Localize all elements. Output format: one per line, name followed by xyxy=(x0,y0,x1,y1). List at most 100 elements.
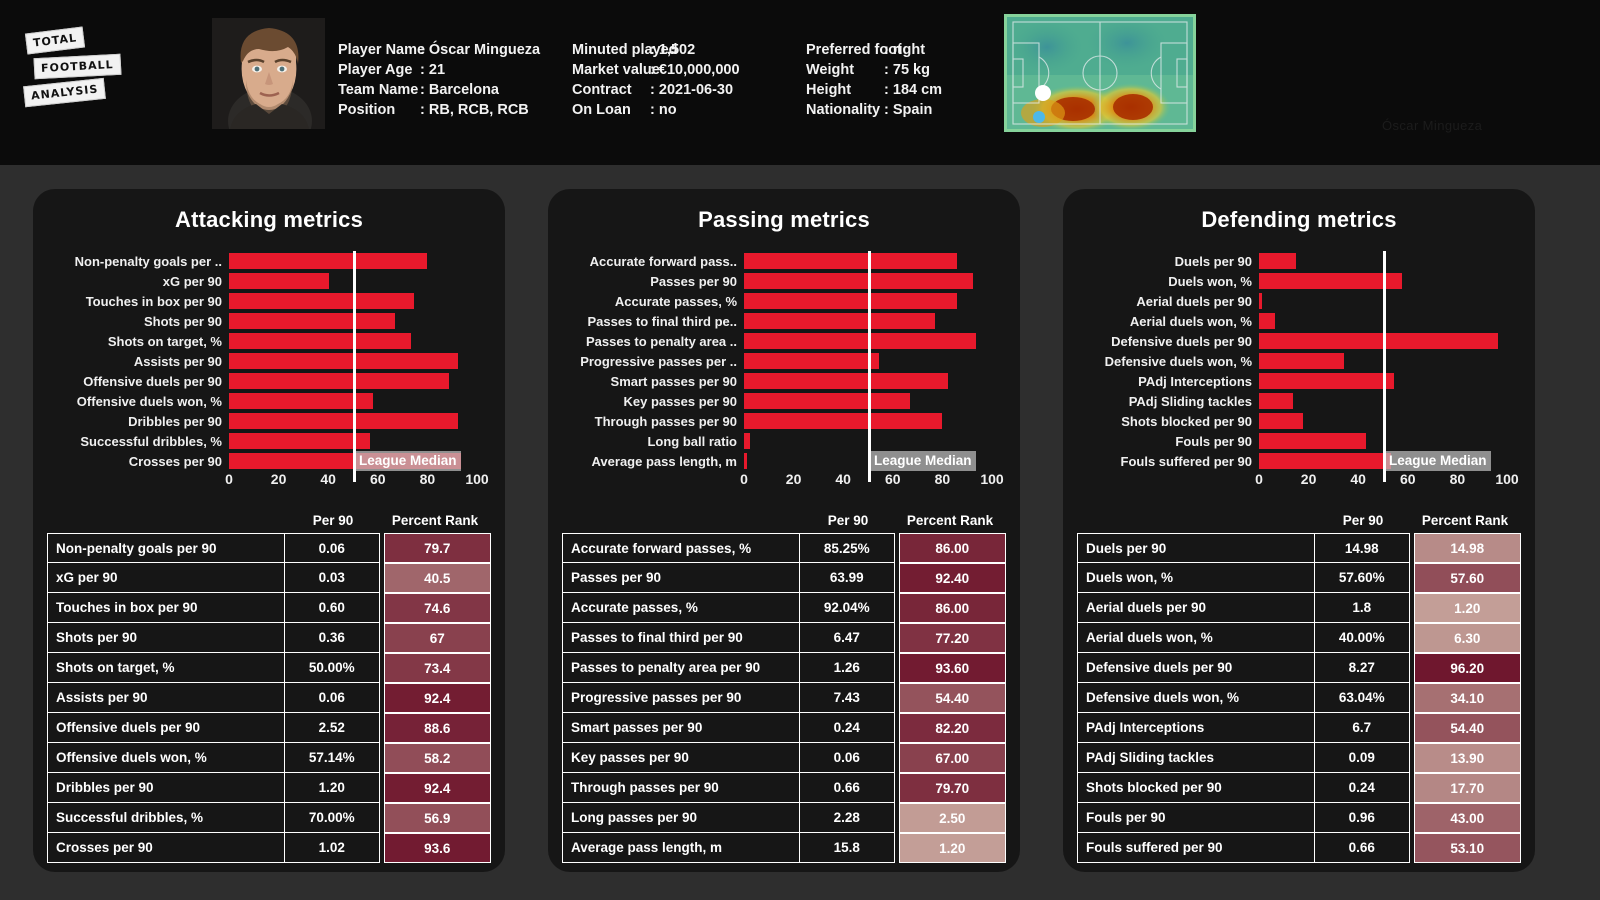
cell-metric-name: Fouls suffered per 90 xyxy=(1077,833,1314,863)
bar-fill xyxy=(744,413,942,429)
cell-metric-name: Aerial duels per 90 xyxy=(1077,593,1314,623)
cell-percent-rank-value: 92.4 xyxy=(383,683,491,713)
cell-metric-name: Offensive duels won, % xyxy=(47,743,284,773)
league-median-line xyxy=(868,251,871,482)
cell-per90-value: 0.06 xyxy=(798,743,895,773)
table-row: Touches in box per 90 0.60 74.6 xyxy=(47,593,491,623)
metrics-panels: Attacking metrics Non-penalty goals per … xyxy=(0,165,1600,900)
bar-fill xyxy=(744,393,911,409)
bar-row: xG per 90 xyxy=(33,271,505,291)
cell-per90-value: 0.06 xyxy=(283,533,380,563)
cell-percent-rank-value: 57.60 xyxy=(1413,563,1521,593)
cell-percent-rank-value: 1.20 xyxy=(898,833,1006,863)
x-axis-tick: 0 xyxy=(225,471,233,487)
cell-metric-name: Passes per 90 xyxy=(562,563,799,593)
bar-fill xyxy=(744,253,958,269)
cell-percent-rank-value: 13.90 xyxy=(1413,743,1521,773)
cell-per90-value: 14.98 xyxy=(1313,533,1410,563)
logo-word-analysis: ANALYSIS xyxy=(23,77,107,108)
table-row: Fouls per 90 0.96 43.00 xyxy=(1077,803,1521,833)
cell-metric-name: Shots on target, % xyxy=(47,653,284,683)
cell-per90-value: 1.20 xyxy=(283,773,380,803)
bar-row: Key passes per 90 xyxy=(548,391,1020,411)
table-row: PAdj Sliding tackles 0.09 13.90 xyxy=(1077,743,1521,773)
table-row: Crosses per 90 1.02 93.6 xyxy=(47,833,491,863)
table-row: Passes per 90 63.99 92.40 xyxy=(562,563,1006,593)
bar-label: Smart passes per 90 xyxy=(610,373,737,389)
player-watermark: Óscar Mingueza xyxy=(1382,118,1483,133)
cell-metric-name: xG per 90 xyxy=(47,563,284,593)
cell-percent-rank-value: 93.60 xyxy=(898,653,1006,683)
cell-per90-value: 85.25% xyxy=(798,533,895,563)
bar-label: Offensive duels per 90 xyxy=(83,373,222,389)
bar-row: Duels per 90 xyxy=(1063,251,1535,271)
bar-label: Accurate forward pass.. xyxy=(589,253,737,269)
x-axis-tick: 60 xyxy=(885,471,901,487)
cell-percent-rank-value: 43.00 xyxy=(1413,803,1521,833)
x-axis-tick: 100 xyxy=(1495,471,1519,487)
bar-row: Aerial duels won, % xyxy=(1063,311,1535,331)
info-row: Market value: €10,000,000 xyxy=(572,62,740,78)
cell-percent-rank-value: 67.00 xyxy=(898,743,1006,773)
bar-label: Shots on target, % xyxy=(107,333,222,349)
cell-per90-value: 6.47 xyxy=(798,623,895,653)
cell-per90-value: 57.14% xyxy=(283,743,380,773)
bar-label: Fouls per 90 xyxy=(1175,433,1252,449)
info-row: Preferred foot: right xyxy=(806,42,926,58)
cell-per90-value: 0.96 xyxy=(1313,803,1410,833)
info-row: Minuted played: 1,502 xyxy=(572,42,696,58)
column-header-percent-rank: Percent Rank xyxy=(906,512,994,528)
bar-fill xyxy=(229,253,427,269)
cell-metric-name: Non-penalty goals per 90 xyxy=(47,533,284,563)
cell-percent-rank-value: 86.00 xyxy=(898,533,1006,563)
dashboard-root: TOTAL FOOTBALL ANALYSIS Player Name: Ós… xyxy=(0,0,1600,900)
column-header-percent-rank: Percent Rank xyxy=(391,512,479,528)
x-axis: 0 20 40 60 80 100 xyxy=(1255,471,1600,493)
table-row: Accurate passes, % 92.04% 86.00 xyxy=(562,593,1006,623)
bar-row: Dribbles per 90 xyxy=(33,411,505,431)
cell-percent-rank-value: 88.6 xyxy=(383,713,491,743)
column-header-per90: Per 90 xyxy=(827,512,869,528)
cell-per90-value: 2.28 xyxy=(798,803,895,833)
x-axis-tick: 40 xyxy=(835,471,851,487)
x-axis-tick: 20 xyxy=(785,471,802,487)
pitch-heatmap-icon xyxy=(1007,17,1193,129)
bar-fill xyxy=(1259,253,1297,269)
table-row: Average pass length, m 15.8 1.20 xyxy=(562,833,1006,863)
bar-label: Through passes per 90 xyxy=(594,413,737,429)
player-photo xyxy=(212,18,325,129)
attacking-bar-chart: Non-penalty goals per .. xG per 90 Touches… xyxy=(33,251,505,487)
cell-metric-name: Crosses per 90 xyxy=(47,833,284,863)
avg-position-marker xyxy=(1035,85,1051,101)
panel-attacking-metrics: Attacking metrics Non-penalty goals per … xyxy=(33,189,505,872)
logo-word-football: FOOTBALL xyxy=(33,53,122,80)
cell-per90-value: 63.04% xyxy=(1313,683,1410,713)
cell-percent-rank-value: 93.6 xyxy=(383,833,491,863)
cell-metric-name: Assists per 90 xyxy=(47,683,284,713)
bar-row: Aerial duels per 90 xyxy=(1063,291,1535,311)
cell-per90-value: 0.66 xyxy=(1313,833,1410,863)
info-row: Position: RB, RCB, RCB xyxy=(338,102,529,118)
cell-metric-name: Smart passes per 90 xyxy=(562,713,799,743)
cell-metric-name: Passes to final third per 90 xyxy=(562,623,799,653)
table-row: Key passes per 90 0.06 67.00 xyxy=(562,743,1006,773)
bar-label: Aerial duels won, % xyxy=(1129,313,1252,329)
table-row: Defensive duels won, % 63.04% 34.10 xyxy=(1077,683,1521,713)
cell-metric-name: Defensive duels per 90 xyxy=(1077,653,1314,683)
bar-label: Passes to final third pe.. xyxy=(587,313,737,329)
cell-percent-rank-value: 40.5 xyxy=(383,563,491,593)
cell-percent-rank-value: 14.98 xyxy=(1413,533,1521,563)
panel-title: Defending metrics xyxy=(1201,207,1397,232)
cell-percent-rank-value: 77.20 xyxy=(898,623,1006,653)
cell-per90-value: 15.8 xyxy=(798,833,895,863)
cell-per90-value: 1.02 xyxy=(283,833,380,863)
league-median-label: League Median xyxy=(355,451,461,471)
cell-percent-rank-value: 2.50 xyxy=(898,803,1006,833)
cell-per90-value: 92.04% xyxy=(798,593,895,623)
info-row: Team Name: Barcelona xyxy=(338,82,499,98)
bar-label: Defensive duels per 90 xyxy=(1111,333,1252,349)
bar-fill xyxy=(744,353,879,369)
bar-fill xyxy=(744,373,948,389)
bar-label: Passes per 90 xyxy=(650,273,737,289)
bar-label: Shots per 90 xyxy=(143,313,222,329)
